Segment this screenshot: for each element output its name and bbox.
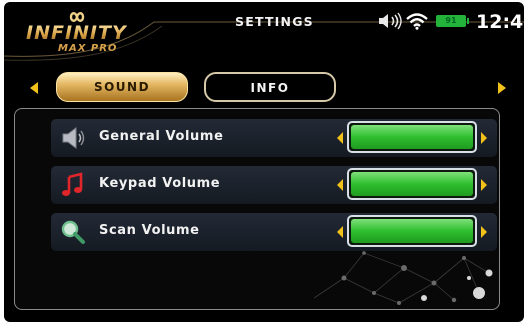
brand-logo: INFINITY MAX PRO: [18, 8, 126, 56]
increase-arrow[interactable]: [481, 226, 487, 238]
tab-sound[interactable]: SOUND: [56, 72, 188, 102]
setting-label: Keypad Volume: [99, 176, 221, 191]
setting-label: Scan Volume: [99, 223, 200, 238]
decrease-arrow[interactable]: [337, 226, 343, 238]
level-fill: [351, 172, 473, 196]
tab-prev-arrow[interactable]: [30, 82, 38, 94]
setting-label: General Volume: [99, 129, 224, 144]
magnifier-icon: [61, 220, 85, 244]
level-fill: [351, 125, 473, 149]
increase-arrow[interactable]: [481, 132, 487, 144]
wifi-icon: [406, 13, 428, 30]
increase-arrow[interactable]: [481, 179, 487, 191]
network-decoration: [313, 251, 493, 305]
setting-row-keypad-volume[interactable]: Keypad Volume: [51, 166, 497, 204]
volume-status-icon: [379, 12, 402, 30]
music-note-icon: [62, 172, 83, 196]
volume-level-bar[interactable]: [347, 168, 477, 200]
speaker-icon: [62, 127, 85, 149]
battery-indicator: 91: [436, 15, 469, 27]
device-screen: INFINITY MAX PRO SETTINGS 91 12:48 SOUND…: [4, 2, 524, 322]
setting-row-general-volume[interactable]: General Volume: [51, 119, 497, 157]
clock: 12:48: [476, 11, 524, 33]
decrease-arrow[interactable]: [337, 179, 343, 191]
tab-info[interactable]: INFO: [204, 72, 336, 102]
page-title: SETTINGS: [235, 14, 314, 29]
decrease-arrow[interactable]: [337, 132, 343, 144]
volume-level-bar[interactable]: [347, 121, 477, 153]
logo-subtitle: MAX PRO: [58, 43, 118, 54]
logo-wordmark: INFINITY: [26, 22, 127, 44]
tab-next-arrow[interactable]: [498, 82, 506, 94]
